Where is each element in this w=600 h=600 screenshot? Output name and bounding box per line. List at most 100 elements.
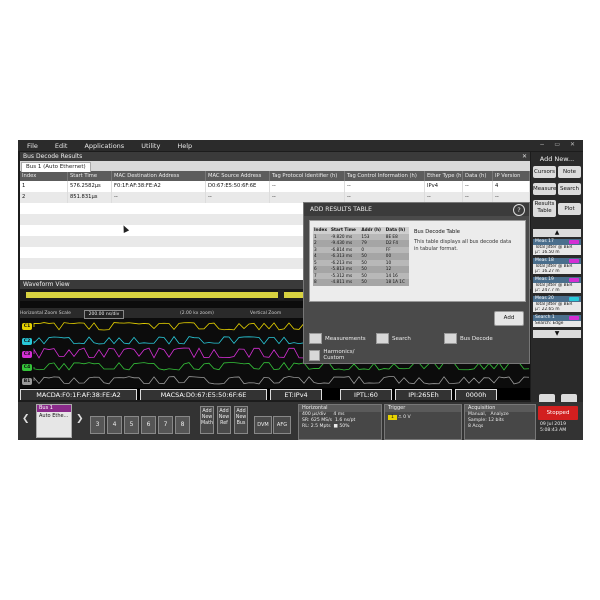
table-cell: 2: [20, 192, 68, 203]
column-header[interactable]: IP Version: [493, 171, 530, 181]
measurement-badge[interactable]: Meas 18 Total Jitter @ BER µ': 16.27 m: [533, 258, 581, 274]
preview-cell: -4.811 ms: [330, 279, 361, 286]
trigger-source: 1: [388, 415, 397, 420]
scroll-down-icon[interactable]: ▼: [533, 330, 581, 338]
harmonics-icon: [309, 349, 321, 361]
horizontal-badge[interactable]: Horizontal 400 µs/div 4 ms SR: 625 MS/s …: [298, 404, 382, 440]
horizontal-duration: 4 ms: [333, 412, 345, 417]
measurement-badge[interactable]: Meas 20 Total Jitter @ BER µ': 22.65 m: [533, 296, 581, 312]
option-harmonics[interactable]: Harmonics/ Custom: [309, 349, 369, 361]
afg-button[interactable]: AFG: [273, 416, 291, 434]
preview-header-cell: Start Time: [330, 227, 361, 234]
column-header[interactable]: Ether Type (h): [425, 171, 463, 181]
menu-bar: File Edit Applications Utility Help − ▭ …: [18, 140, 583, 151]
column-header[interactable]: Data (h): [463, 171, 493, 181]
horizontal-zoom-scale-input[interactable]: 200.00 ns/div: [84, 310, 124, 319]
add-new-math-button[interactable]: Add New Math: [200, 406, 214, 434]
column-header[interactable]: Index: [20, 171, 68, 181]
zoom-marker-icon[interactable]: [278, 290, 284, 300]
measurement-badge[interactable]: Meas 17 Total Jitter @ BER µ': 16.50 m: [533, 239, 581, 255]
badge-value: µ': 16.27 m: [535, 269, 560, 274]
table-cell: --: [463, 181, 493, 192]
add-new-ref-button[interactable]: Add New Ref: [217, 406, 231, 434]
bus-decode-icon: [444, 333, 457, 344]
measurements-icon: [309, 333, 322, 344]
bus-decode-title: Bus Decode Results: [23, 153, 83, 160]
bus-1-badge[interactable]: Bus 1 Auto Ethe...: [36, 404, 72, 438]
bus-1-label[interactable]: B1: [22, 378, 32, 385]
decode-segment: ET:IPv4: [270, 389, 322, 400]
trigger-line: 1 ⎍ 0 V: [385, 415, 461, 421]
cursors-button[interactable]: Cursors: [533, 166, 556, 178]
column-header[interactable]: Tag Control Information (h): [345, 171, 425, 181]
channel-3-label[interactable]: C3: [22, 351, 32, 358]
channel-2-label[interactable]: C2: [22, 338, 32, 345]
horizontal-title: Horizontal: [299, 405, 381, 412]
channel-3-button[interactable]: 3: [90, 416, 105, 434]
zoom-factor: (2.00 kx zoom): [180, 311, 214, 316]
menu-file[interactable]: File: [27, 142, 38, 150]
trigger-badge[interactable]: Trigger 1 ⎍ 0 V: [384, 404, 462, 440]
channel-7-button[interactable]: 7: [158, 416, 173, 434]
option-search[interactable]: Search: [376, 333, 411, 344]
channel-6-button[interactable]: 6: [141, 416, 156, 434]
note-button[interactable]: Note: [558, 166, 581, 178]
menu-applications[interactable]: Applications: [84, 142, 124, 150]
run-stop-status-button[interactable]: Stopped: [538, 406, 578, 420]
option-measurements[interactable]: Measurements: [309, 333, 366, 344]
results-table-button[interactable]: Results Table: [533, 200, 556, 217]
time: 5:08:43 AM: [540, 428, 567, 433]
add-button[interactable]: Add: [494, 311, 524, 326]
tab-bus-1[interactable]: Bus 1 (Auto Ethernet): [21, 162, 91, 172]
decode-segment: MACDA:F0:1F:AF:38:FE:A2: [20, 389, 137, 400]
search-badge[interactable]: Search 1 Search: Edge: [533, 315, 581, 327]
add-new-bus-button[interactable]: Add New Bus: [234, 406, 248, 434]
chevron-left-icon[interactable]: ❮: [22, 414, 30, 424]
column-header[interactable]: MAC Source Address: [206, 171, 270, 181]
preview-cell: 8: [313, 279, 331, 286]
option-label: Harmonics/ Custom: [323, 349, 355, 361]
scroll-up-icon[interactable]: ▲: [533, 229, 581, 237]
badge-line: Search: Edge: [535, 321, 564, 326]
date-time: 09 Jul 2019 5:08:43 AM: [540, 422, 566, 434]
acquisition-analyze: Analyze: [490, 412, 509, 417]
channel-tag: [569, 259, 579, 263]
table-cell: D0:67:E5:50:6F:6E: [206, 181, 270, 192]
table-row[interactable]: 1 576.2582µs F0:1F:AF:38:FE:A2 D0:67:E5:…: [20, 181, 530, 192]
table-cell: 576.2582µs: [68, 181, 112, 192]
menu-help[interactable]: Help: [177, 142, 192, 150]
channel-tag: [569, 297, 579, 301]
option-bus-decode[interactable]: Bus Decode: [444, 333, 493, 344]
search-button[interactable]: Search: [558, 183, 581, 195]
preview-row: 8 -4.811 ms 50 18 1A 1C: [313, 279, 409, 286]
add-new-title: Add New...: [539, 155, 575, 163]
channel-8-button[interactable]: 8: [175, 416, 190, 434]
close-icon[interactable]: ✕: [522, 152, 527, 161]
menu-edit[interactable]: Edit: [55, 142, 68, 150]
bus-1-trace: [33, 375, 530, 385]
measurement-badge[interactable]: Meas 19 Total Jitter @ BER µ': 247.7 m: [533, 277, 581, 293]
window-controls[interactable]: − ▭ ✕: [539, 141, 579, 148]
acquisition-badge[interactable]: Acquisition Manual, Analyze Sample: 12 b…: [464, 404, 536, 440]
dvm-button[interactable]: DVM: [254, 416, 272, 434]
badge-title: Meas 17: [535, 239, 554, 244]
table-cell: --: [206, 192, 270, 203]
table-cell: --: [345, 181, 425, 192]
chevron-right-icon[interactable]: ❯: [76, 414, 84, 424]
table-cell: --: [112, 192, 206, 203]
menu-utility[interactable]: Utility: [141, 142, 160, 150]
channel-4-label[interactable]: C4: [22, 364, 32, 371]
channel-5-button[interactable]: 5: [124, 416, 139, 434]
column-header[interactable]: Start Time: [68, 171, 112, 181]
measure-button[interactable]: Measure: [533, 183, 556, 195]
column-header[interactable]: MAC Destination Address: [112, 171, 206, 181]
column-header[interactable]: Tag Protocol Identifier (h): [270, 171, 345, 181]
preview-title: Bus Decode Table: [414, 229, 460, 235]
channel-1-label[interactable]: C1: [22, 323, 32, 330]
channel-4-button[interactable]: 4: [107, 416, 122, 434]
decode-segment: MACSA:D0:67:E5:50:6F:6E: [140, 389, 267, 400]
channel-tag: [569, 316, 579, 320]
help-icon[interactable]: ?: [513, 204, 525, 216]
bus-decode-strip: MACDA:F0:1F:AF:38:FE:A2 MACSA:D0:67:E5:5…: [20, 388, 530, 400]
plot-button[interactable]: Plot: [558, 203, 581, 215]
